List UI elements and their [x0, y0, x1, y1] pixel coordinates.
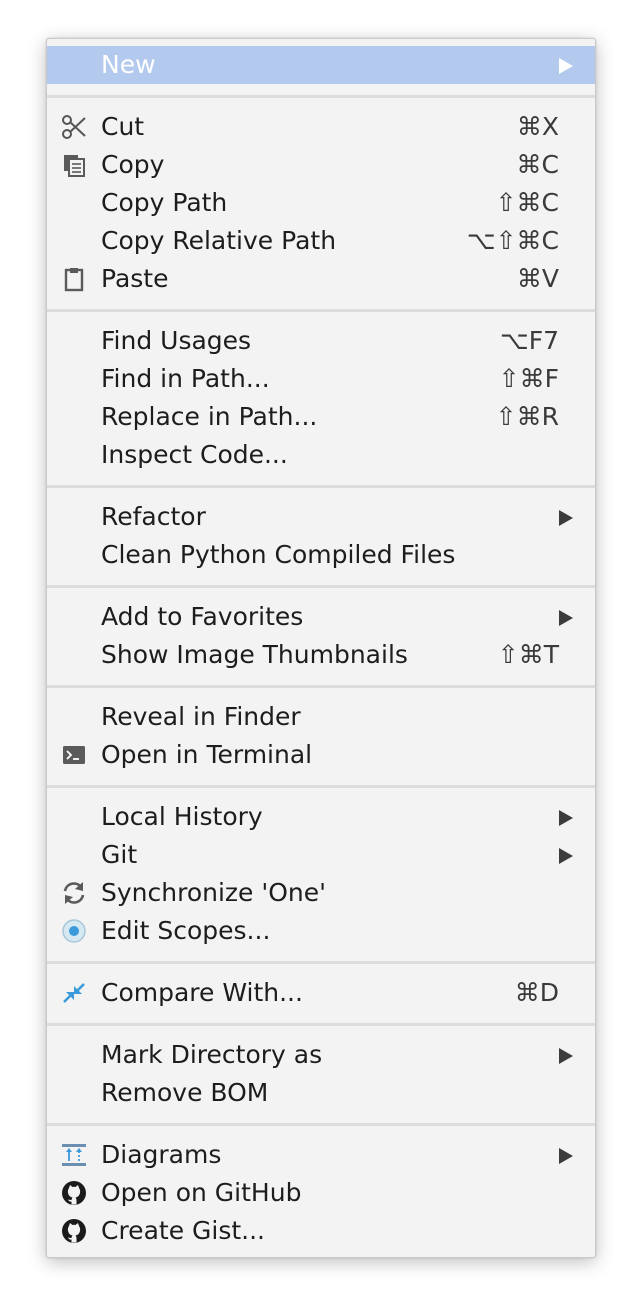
separator [47, 585, 595, 588]
menu-item-inspect-code[interactable]: Inspect Code... [47, 436, 595, 474]
shortcut-label: ⌘V [516, 264, 559, 293]
shortcut-label: ⇧⌘R [495, 402, 559, 431]
menu-item-label: Refactor [101, 502, 206, 531]
menu-item-paste[interactable]: Paste ⌘V [47, 260, 595, 298]
menu-item-label: Copy Relative Path [101, 226, 337, 255]
menu-item-label: Mark Directory as [101, 1040, 323, 1069]
menu-item-new[interactable]: New [47, 46, 595, 84]
menu-item-label: Show Image Thumbnails [101, 640, 408, 669]
github-icon [61, 1218, 87, 1244]
menu-item-show-image-thumbnails[interactable]: Show Image Thumbnails ⇧⌘T [47, 636, 595, 674]
github-icon [61, 1180, 87, 1206]
menu-item-find-in-path[interactable]: Find in Path... ⇧⌘F [47, 360, 595, 398]
scissors-icon [61, 114, 87, 140]
shortcut-label: ⌘C [516, 150, 559, 179]
menu-item-clean-python-compiled-files[interactable]: Clean Python Compiled Files [47, 536, 595, 574]
menu-item-label: Synchronize 'One' [101, 878, 327, 907]
menu-item-label: Git [101, 840, 138, 869]
menu-item-label: Open on GitHub [101, 1178, 302, 1207]
shortcut-label: ⇧⌘C [495, 188, 559, 217]
separator [47, 785, 595, 788]
context-menu: New Cut ⌘X Copy ⌘C Copy Path ⇧⌘C Copy Re… [46, 38, 596, 1258]
submenu-arrow-icon [559, 1148, 573, 1164]
menu-item-label: Copy Path [101, 188, 228, 217]
menu-item-edit-scopes[interactable]: Edit Scopes... [47, 912, 595, 950]
diagram-icon [61, 1142, 87, 1168]
separator [47, 309, 595, 312]
submenu-arrow-icon [559, 610, 573, 626]
menu-item-add-to-favorites[interactable]: Add to Favorites [47, 598, 595, 636]
menu-item-create-gist[interactable]: Create Gist... [47, 1212, 595, 1250]
submenu-arrow-icon [559, 848, 573, 864]
submenu-arrow-icon [559, 810, 573, 826]
menu-item-label: Edit Scopes... [101, 916, 271, 945]
menu-item-label: Paste [101, 264, 169, 293]
menu-item-label: Inspect Code... [101, 440, 288, 469]
menu-item-label: Find Usages [101, 326, 252, 355]
menu-item-synchronize[interactable]: Synchronize 'One' [47, 874, 595, 912]
menu-item-compare-with[interactable]: Compare With... ⌘D [47, 974, 595, 1012]
menu-item-label: Copy [101, 150, 165, 179]
menu-item-label: Clean Python Compiled Files [101, 540, 456, 569]
separator [47, 1023, 595, 1026]
terminal-icon [61, 742, 87, 768]
menu-item-local-history[interactable]: Local History [47, 798, 595, 836]
separator [47, 1123, 595, 1126]
menu-item-open-on-github[interactable]: Open on GitHub [47, 1174, 595, 1212]
menu-item-find-usages[interactable]: Find Usages ⌥F7 [47, 322, 595, 360]
separator [47, 95, 595, 98]
menu-item-copy[interactable]: Copy ⌘C [47, 146, 595, 184]
shortcut-label: ⇧⌘F [498, 364, 559, 393]
menu-item-label: Open in Terminal [101, 740, 313, 769]
menu-item-refactor[interactable]: Refactor [47, 498, 595, 536]
separator [47, 961, 595, 964]
clipboard-icon [61, 266, 87, 292]
shortcut-label: ⌘D [514, 978, 559, 1007]
menu-item-label: Compare With... [101, 978, 303, 1007]
compare-arrows-icon [61, 980, 87, 1006]
menu-item-label: Find in Path... [101, 364, 270, 393]
menu-item-remove-bom[interactable]: Remove BOM [47, 1074, 595, 1112]
menu-item-open-in-terminal[interactable]: Open in Terminal [47, 736, 595, 774]
separator [47, 685, 595, 688]
submenu-arrow-icon [559, 1048, 573, 1064]
menu-item-label: Replace in Path... [101, 402, 318, 431]
menu-item-label: Cut [101, 112, 145, 141]
scope-icon [61, 918, 87, 944]
menu-item-reveal-in-finder[interactable]: Reveal in Finder [47, 698, 595, 736]
menu-item-cut[interactable]: Cut ⌘X [47, 108, 595, 146]
menu-item-label: New [101, 50, 156, 79]
shortcut-label: ⌥F7 [499, 326, 559, 355]
menu-item-label: Remove BOM [101, 1078, 269, 1107]
shortcut-label: ⇧⌘T [497, 640, 559, 669]
menu-item-label: Create Gist... [101, 1216, 266, 1245]
separator [47, 485, 595, 488]
shortcut-label: ⌘X [516, 112, 559, 141]
menu-item-mark-directory-as[interactable]: Mark Directory as [47, 1036, 595, 1074]
submenu-arrow-icon [559, 58, 573, 74]
menu-item-replace-in-path[interactable]: Replace in Path... ⇧⌘R [47, 398, 595, 436]
menu-item-label: Local History [101, 802, 263, 831]
menu-item-copy-path[interactable]: Copy Path ⇧⌘C [47, 184, 595, 222]
menu-item-copy-relative-path[interactable]: Copy Relative Path ⌥⇧⌘C [47, 222, 595, 260]
shortcut-label: ⌥⇧⌘C [466, 226, 559, 255]
menu-item-diagrams[interactable]: Diagrams [47, 1136, 595, 1174]
copy-icon [61, 152, 87, 178]
menu-item-label: Add to Favorites [101, 602, 304, 631]
submenu-arrow-icon [559, 510, 573, 526]
menu-item-label: Diagrams [101, 1140, 222, 1169]
sync-icon [61, 880, 87, 906]
menu-item-label: Reveal in Finder [101, 702, 301, 731]
menu-item-git[interactable]: Git [47, 836, 595, 874]
